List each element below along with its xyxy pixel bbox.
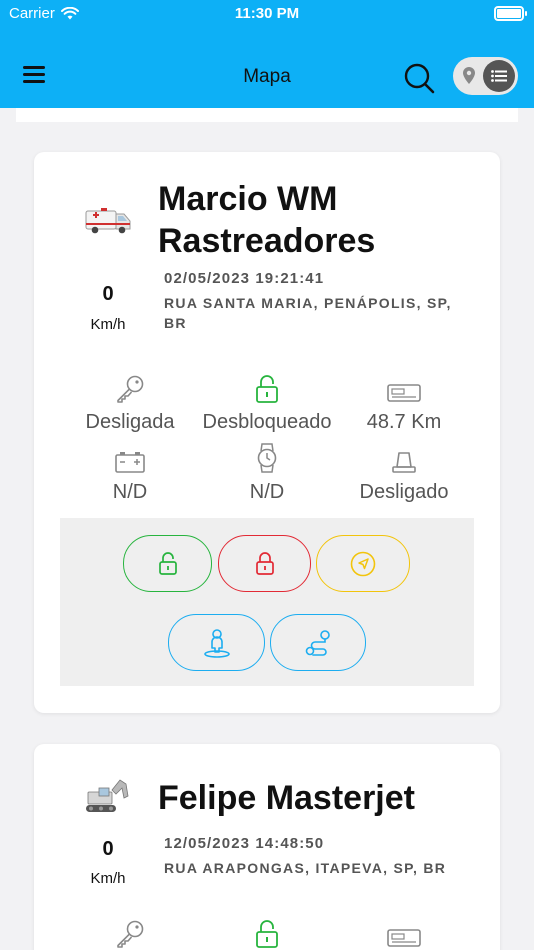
- vehicle-card[interactable]: Felipe Masterjet 0 Km/h 12/05/2023 14:48…: [34, 744, 500, 950]
- map-pin-icon: [463, 67, 475, 84]
- lock-button[interactable]: [218, 535, 311, 592]
- speed-unit: Km/h: [90, 870, 126, 887]
- watch-label: N/D: [249, 481, 285, 503]
- siren-status: Desligado: [329, 445, 479, 504]
- car-battery-icon: [115, 452, 145, 473]
- last-update-datetime: 12/05/2023 14:48:50: [164, 835, 325, 852]
- speed-value: 0: [102, 838, 114, 860]
- status-time: 11:30 PM: [234, 5, 300, 22]
- share-location-button[interactable]: [168, 614, 265, 671]
- vehicle-name: Marcio WM Rastreadores: [158, 180, 376, 260]
- vehicle-address: RUA SANTA MARIA, PENÁPOLIS, SP, BR: [164, 295, 452, 331]
- ignition-status: Desligada: [55, 375, 205, 434]
- navigation-arrow-icon: [350, 551, 376, 576]
- search-button[interactable]: [403, 62, 435, 94]
- unlock-icon: [256, 920, 278, 948]
- route-icon: [305, 629, 330, 656]
- key-icon: [117, 920, 144, 948]
- unlock-icon: [256, 375, 278, 403]
- map-list-toggle[interactable]: [453, 57, 518, 95]
- key-icon: [117, 375, 144, 403]
- ambulance-icon: [85, 208, 131, 234]
- watch-status: N/D: [192, 443, 342, 504]
- lock-label: Desbloqueado: [202, 411, 332, 433]
- odometer-icon: [387, 384, 421, 402]
- lock-icon: [255, 551, 274, 575]
- list-view-knob[interactable]: [483, 60, 515, 92]
- battery-icon: [494, 6, 527, 21]
- siren-icon: [392, 452, 416, 473]
- person-pin-icon: [203, 628, 230, 658]
- vehicle-name: Felipe Masterjet: [158, 779, 415, 817]
- excavator-icon: [86, 779, 129, 812]
- navigate-button[interactable]: [316, 535, 410, 592]
- speed-unit: Km/h: [90, 316, 126, 333]
- battery-label: N/D: [112, 481, 148, 503]
- vehicle-card[interactable]: Marcio WM Rastreadores 0 Km/h 02/05/2023…: [34, 152, 500, 713]
- ignition-status: [55, 920, 205, 948]
- last-update-datetime: 02/05/2023 19:21:41: [164, 270, 325, 287]
- unlock-icon: [158, 551, 177, 575]
- watch-icon: [257, 443, 277, 473]
- unlock-button[interactable]: [123, 535, 212, 592]
- odometer-status: 48.7 Km: [329, 375, 479, 434]
- ignition-label: Desligada: [85, 411, 175, 433]
- battery-status: N/D: [55, 445, 205, 504]
- list-icon: [491, 70, 507, 82]
- app-header: Carrier 11:30 PM Mapa: [0, 0, 534, 108]
- list-top-edge: [16, 108, 518, 122]
- status-bar: Carrier 11:30 PM: [0, 0, 534, 30]
- lock-status: [192, 920, 342, 948]
- search-icon: [404, 63, 435, 94]
- odometer-label: 48.7 Km: [366, 411, 442, 433]
- odometer-status: [329, 920, 479, 948]
- route-history-button[interactable]: [270, 614, 366, 671]
- speed-value: 0: [102, 283, 114, 305]
- action-panel: [60, 518, 474, 686]
- siren-label: Desligado: [359, 481, 449, 503]
- lock-status: Desbloqueado: [192, 375, 342, 434]
- odometer-icon: [387, 929, 421, 947]
- vehicle-address: RUA ARAPONGAS, ITAPEVA, SP, BR: [164, 860, 447, 876]
